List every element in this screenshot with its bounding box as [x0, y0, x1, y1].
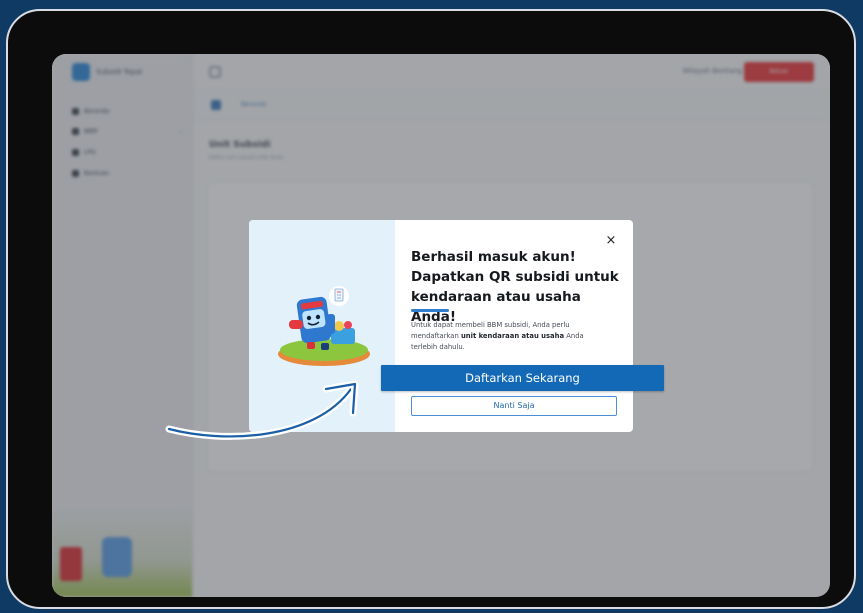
register-now-button[interactable]: Daftarkan Sekarang [381, 365, 664, 391]
title-accent-bar [411, 309, 449, 312]
close-icon[interactable]: × [604, 234, 618, 248]
pointer-arrow-icon [165, 381, 359, 440]
modal-description: Untuk dapat membeli BBM subsidi, Anda pe… [411, 320, 611, 353]
tablet-frame: Subsidi Tepat Beranda BBM ⌄ LPG Bantuan … [6, 9, 856, 609]
modal-title: Berhasil masuk akun! Dapatkan QR subsidi… [411, 249, 619, 325]
later-button[interactable]: Nanti Saja [411, 396, 617, 416]
mascot-illustration [278, 286, 370, 366]
desc-bold-text: unit kendaraan atau usaha [460, 332, 565, 340]
tablet-screen: Subsidi Tepat Beranda BBM ⌄ LPG Bantuan … [52, 54, 830, 597]
